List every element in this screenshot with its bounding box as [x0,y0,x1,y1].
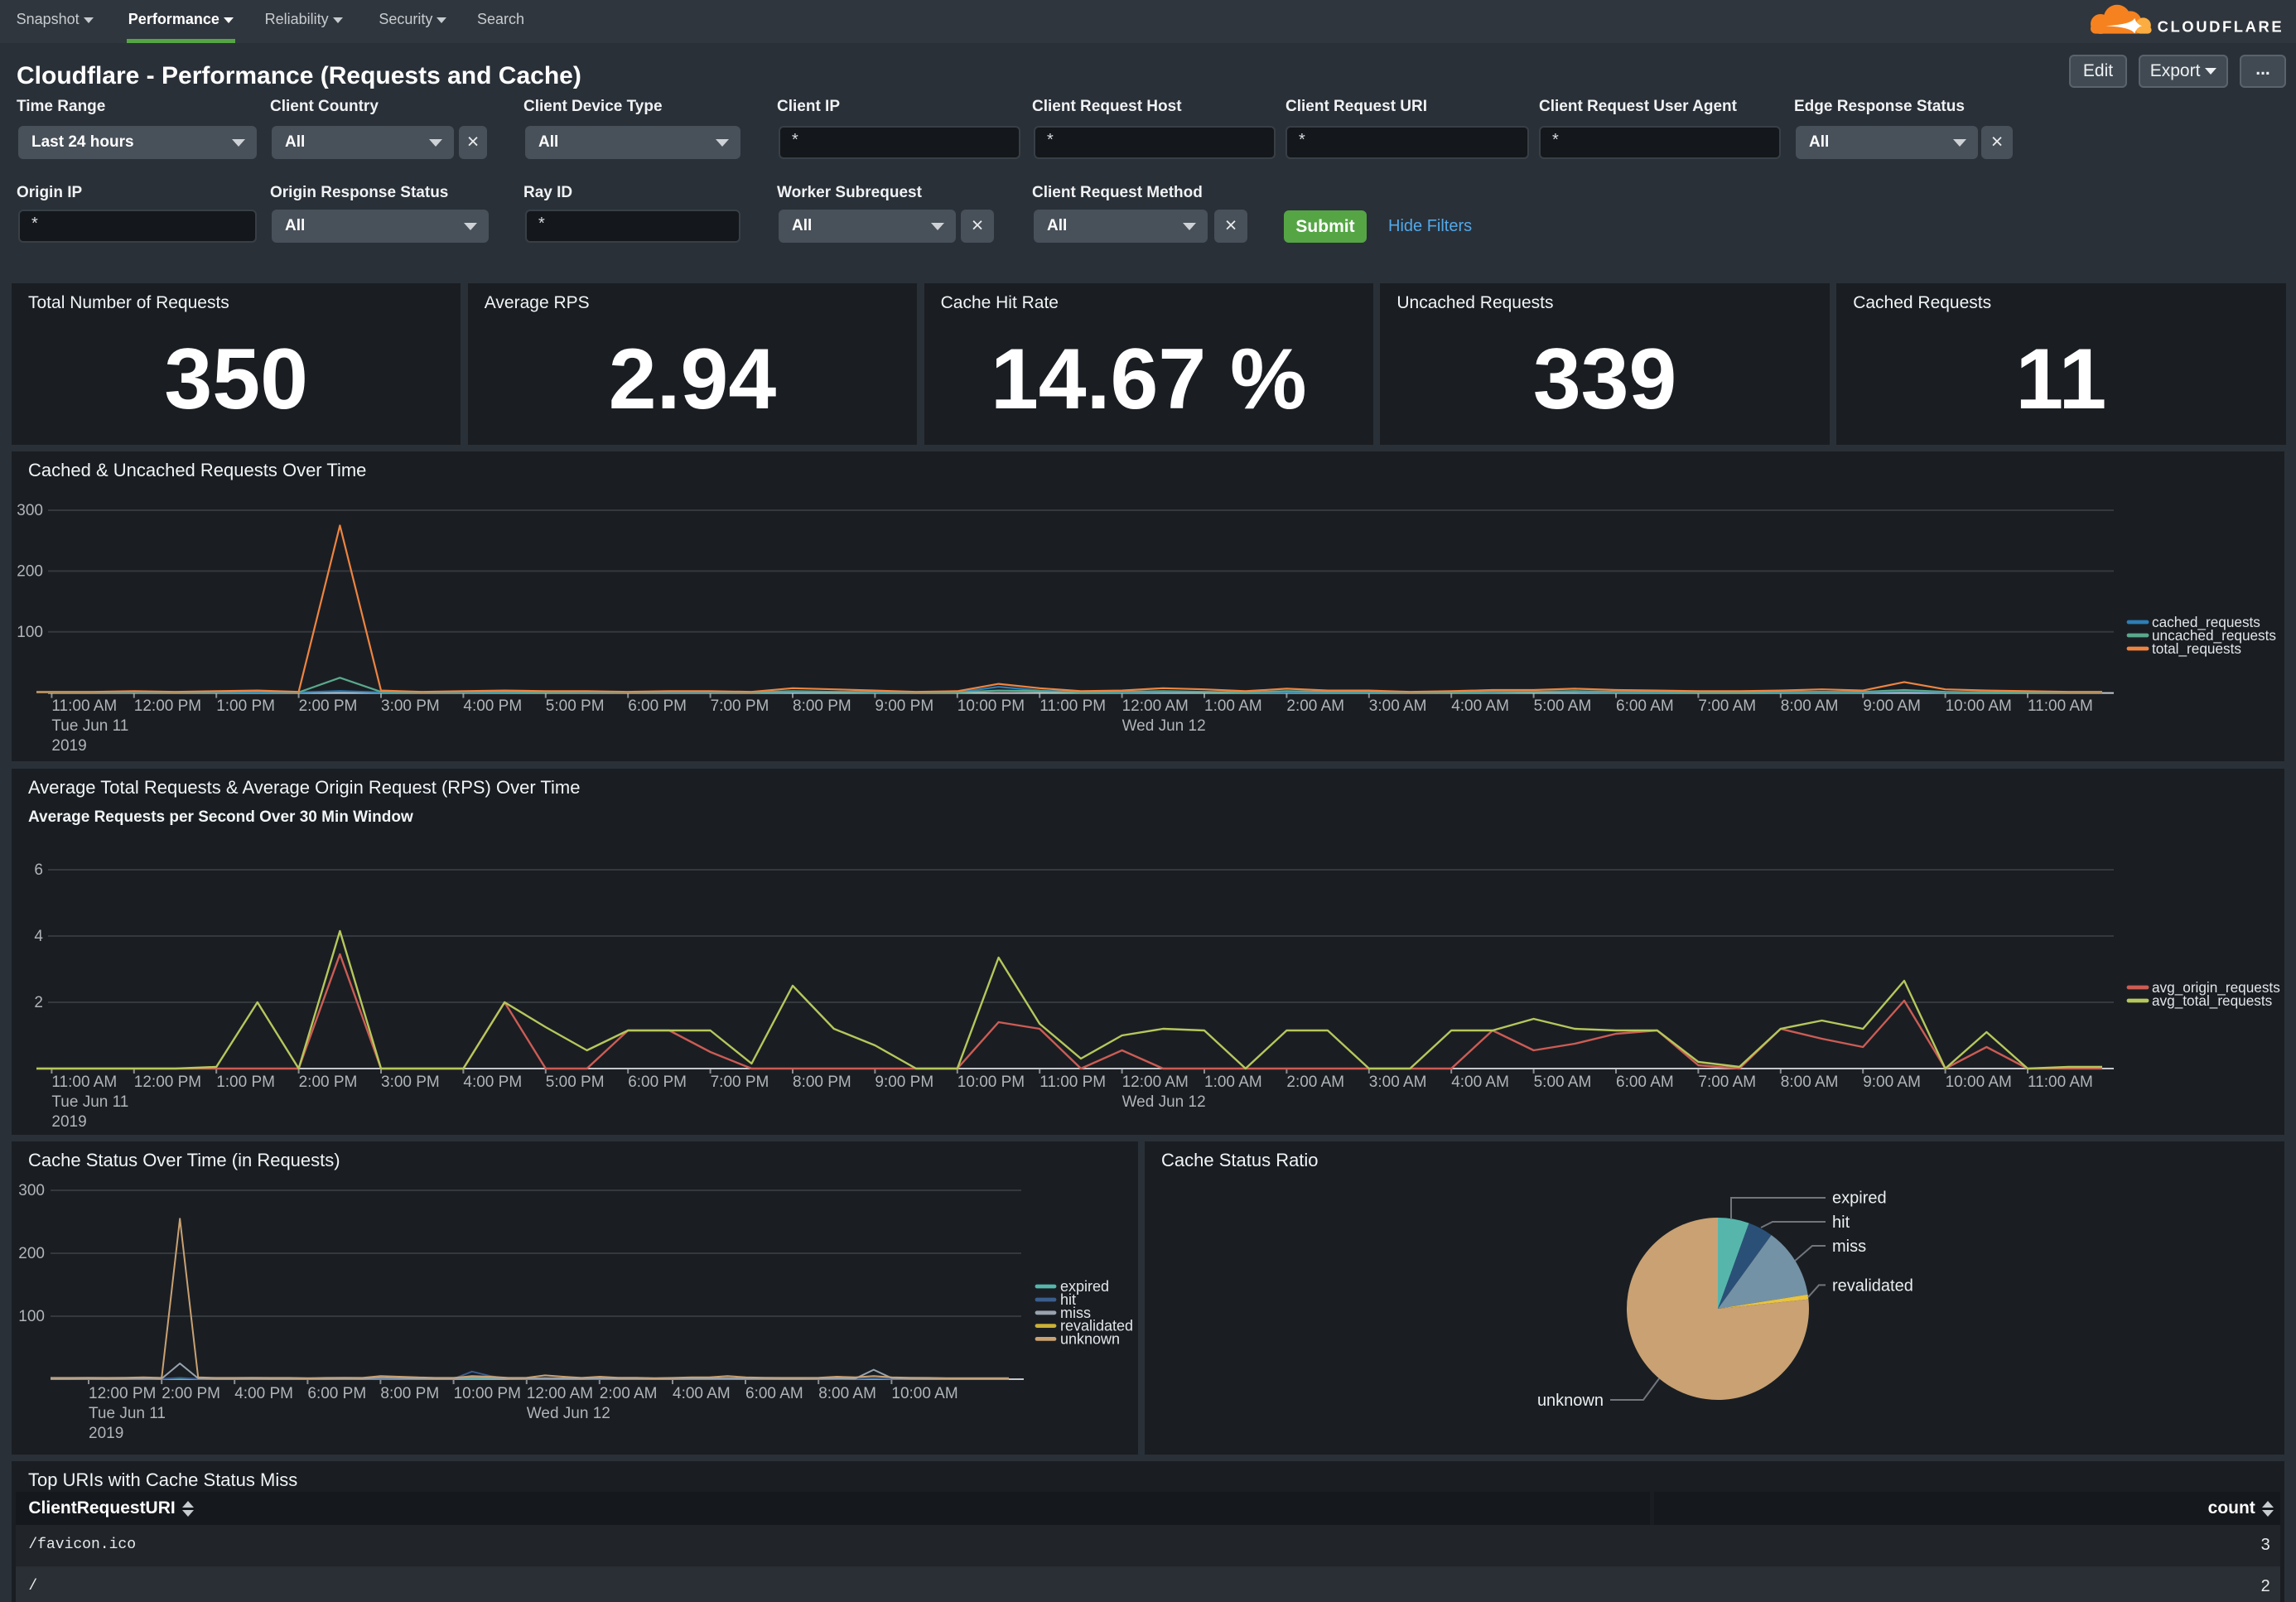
svg-text:6:00 PM: 6:00 PM [628,697,687,715]
svg-text:7:00 AM: 7:00 AM [1698,697,1756,715]
svg-text:4: 4 [34,928,43,945]
svg-text:10:00 PM: 10:00 PM [957,1074,1025,1091]
svg-text:8:00 AM: 8:00 AM [1781,697,1839,715]
svg-text:unknown: unknown [1537,1392,1604,1410]
svg-text:2:00 PM: 2:00 PM [162,1385,220,1402]
svg-text:300: 300 [17,502,43,519]
svg-text:2019: 2019 [89,1425,123,1442]
svg-text:11:00 AM: 11:00 AM [2028,697,2093,715]
svg-text:4:00 AM: 4:00 AM [1451,1074,1509,1091]
svg-text:4:00 PM: 4:00 PM [463,697,522,715]
svg-text:11:00 AM: 11:00 AM [51,697,117,715]
svg-text:9:00 AM: 9:00 AM [1863,697,1921,715]
svg-text:8:00 AM: 8:00 AM [818,1385,876,1402]
svg-text:10:00 AM: 10:00 AM [1946,697,2012,715]
svg-text:300: 300 [18,1182,45,1199]
svg-text:10:00 AM: 10:00 AM [891,1385,957,1402]
svg-text:revalidated: revalidated [1832,1276,1913,1295]
svg-text:hit: hit [1832,1214,1850,1232]
svg-text:12:00 AM: 12:00 AM [1122,1074,1189,1091]
svg-text:Tue Jun 11: Tue Jun 11 [51,717,128,735]
svg-text:9:00 PM: 9:00 PM [875,1074,933,1091]
svg-text:7:00 PM: 7:00 PM [711,1074,769,1091]
svg-text:100: 100 [18,1308,45,1325]
svg-text:3:00 AM: 3:00 AM [1369,697,1427,715]
svg-text:2:00 AM: 2:00 AM [1286,1074,1344,1091]
svg-text:5:00 PM: 5:00 PM [546,697,605,715]
svg-text:4:00 AM: 4:00 AM [1451,697,1509,715]
svg-text:Tue Jun 11: Tue Jun 11 [51,1093,128,1111]
svg-text:8:00 PM: 8:00 PM [793,1074,851,1091]
svg-text:11:00 AM: 11:00 AM [51,1074,117,1091]
svg-text:3:00 AM: 3:00 AM [1369,1074,1427,1091]
svg-text:6:00 AM: 6:00 AM [1616,1074,1674,1091]
svg-text:6:00 AM: 6:00 AM [745,1385,803,1402]
svg-text:2:00 PM: 2:00 PM [299,697,358,715]
svg-text:5:00 AM: 5:00 AM [1534,697,1592,715]
svg-text:8:00 PM: 8:00 PM [793,697,851,715]
svg-text:11:00 PM: 11:00 PM [1039,697,1106,715]
svg-text:10:00 PM: 10:00 PM [957,697,1025,715]
svg-text:12:00 PM: 12:00 PM [134,697,201,715]
svg-text:10:00 AM: 10:00 AM [1946,1074,2012,1091]
svg-text:2019: 2019 [51,737,86,755]
svg-text:12:00 AM: 12:00 AM [1122,697,1189,715]
svg-text:6:00 PM: 6:00 PM [307,1385,366,1402]
svg-text:3:00 PM: 3:00 PM [381,1074,440,1091]
svg-text:avg_total_requests: avg_total_requests [2152,992,2272,1009]
svg-text:3:00 PM: 3:00 PM [381,697,440,715]
svg-text:2019: 2019 [51,1113,86,1131]
svg-text:total_requests: total_requests [2152,640,2241,657]
svg-text:expired: expired [1832,1189,1887,1208]
svg-text:1:00 PM: 1:00 PM [216,1074,275,1091]
svg-text:4:00 PM: 4:00 PM [234,1385,293,1402]
svg-text:6: 6 [34,861,43,879]
svg-text:7:00 PM: 7:00 PM [711,697,769,715]
svg-text:8:00 PM: 8:00 PM [380,1385,439,1402]
svg-text:2:00 AM: 2:00 AM [1286,697,1344,715]
svg-text:2: 2 [34,994,43,1011]
svg-text:4:00 PM: 4:00 PM [463,1074,522,1091]
svg-text:6:00 PM: 6:00 PM [628,1074,687,1091]
svg-text:8:00 AM: 8:00 AM [1781,1074,1839,1091]
svg-text:9:00 PM: 9:00 PM [875,697,933,715]
svg-text:11:00 PM: 11:00 PM [1039,1074,1106,1091]
svg-text:5:00 AM: 5:00 AM [1534,1074,1592,1091]
svg-text:2:00 PM: 2:00 PM [299,1074,358,1091]
svg-text:10:00 PM: 10:00 PM [454,1385,521,1402]
svg-text:miss: miss [1832,1238,1866,1256]
svg-text:200: 200 [18,1245,45,1262]
svg-text:12:00 AM: 12:00 AM [527,1385,593,1402]
svg-text:4:00 AM: 4:00 AM [673,1385,731,1402]
svg-text:12:00 PM: 12:00 PM [89,1385,156,1402]
svg-text:11:00 AM: 11:00 AM [2028,1074,2093,1091]
svg-text:Wed Jun 12: Wed Jun 12 [527,1405,610,1422]
svg-text:1:00 AM: 1:00 AM [1204,697,1262,715]
svg-text:100: 100 [17,624,43,641]
svg-text:2:00 AM: 2:00 AM [600,1385,658,1402]
svg-text:1:00 AM: 1:00 AM [1204,1074,1262,1091]
svg-text:9:00 AM: 9:00 AM [1863,1074,1921,1091]
svg-text:7:00 AM: 7:00 AM [1698,1074,1756,1091]
svg-text:12:00 PM: 12:00 PM [134,1074,201,1091]
svg-text:Wed Jun 12: Wed Jun 12 [1122,717,1206,735]
svg-text:1:00 PM: 1:00 PM [216,697,275,715]
svg-text:5:00 PM: 5:00 PM [546,1074,605,1091]
svg-text:200: 200 [17,562,43,580]
svg-text:unknown: unknown [1060,1330,1120,1347]
svg-text:Tue Jun 11: Tue Jun 11 [89,1405,166,1422]
svg-text:CLOUDFLARE: CLOUDFLARE [2158,18,2284,36]
svg-text:Wed Jun 12: Wed Jun 12 [1122,1093,1206,1111]
svg-text:6:00 AM: 6:00 AM [1616,697,1674,715]
